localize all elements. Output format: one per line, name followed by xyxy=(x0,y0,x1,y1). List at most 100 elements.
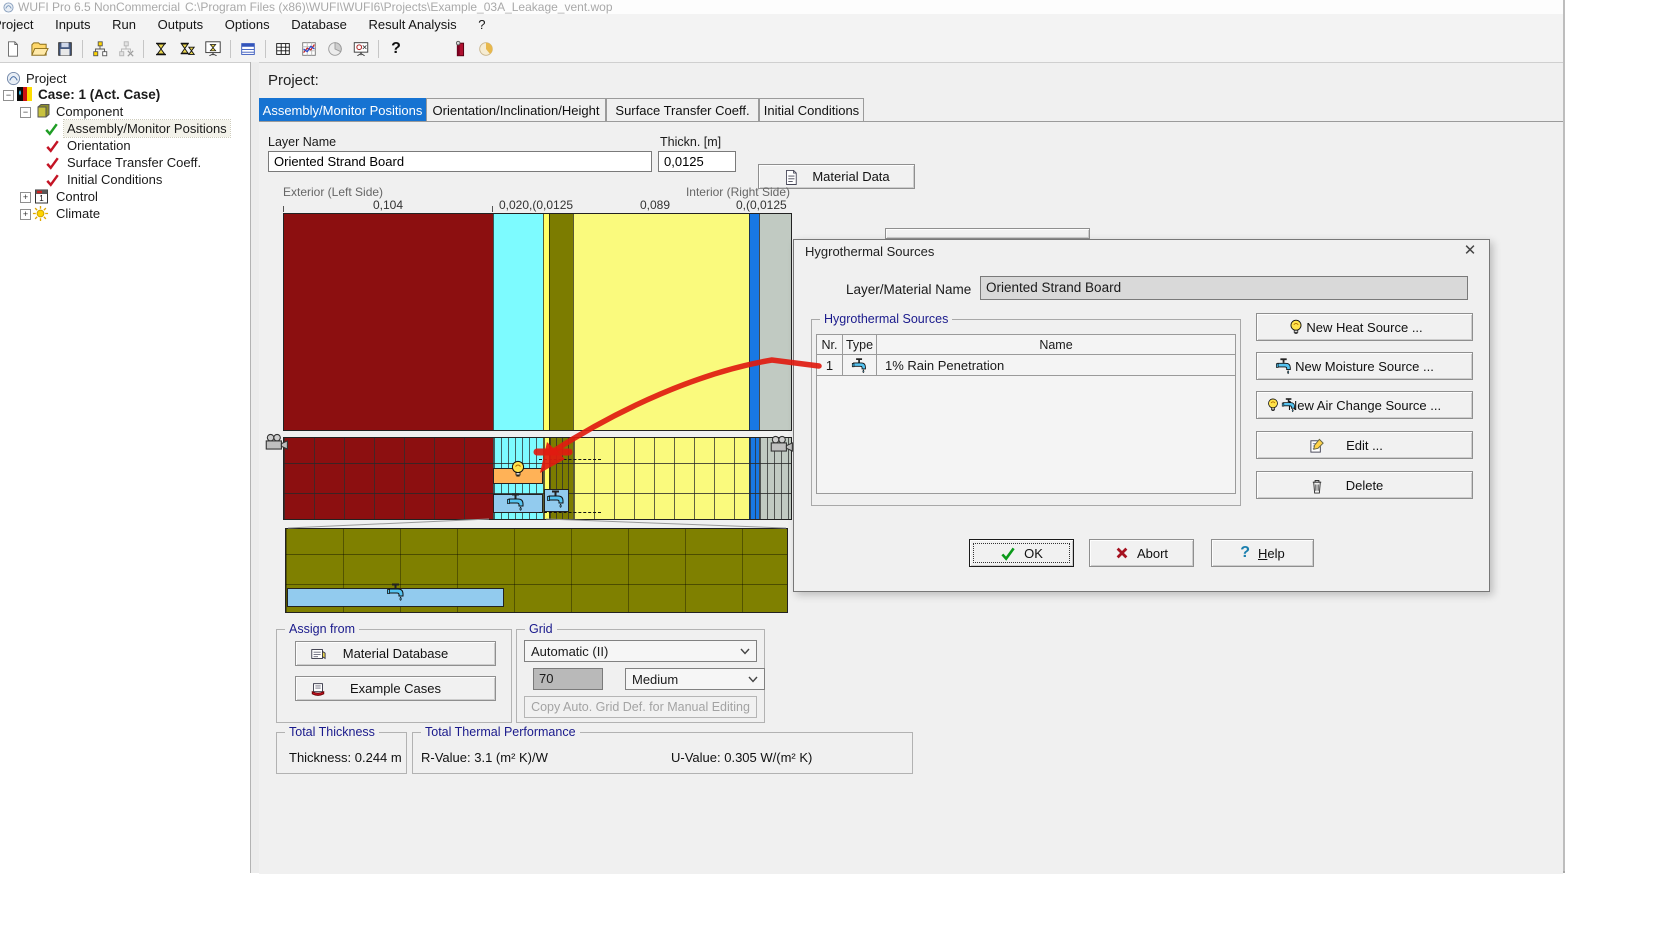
help-button[interactable]: ? Help xyxy=(1211,539,1314,567)
new-air-change-source-button[interactable]: New Air Change Source ... xyxy=(1256,391,1473,419)
column-header-nr[interactable]: Nr. xyxy=(817,335,843,355)
heat-source-bulb-icon[interactable] xyxy=(508,458,528,480)
report-table-icon[interactable] xyxy=(273,39,293,59)
menu-help[interactable]: ? xyxy=(469,14,494,36)
window-titlebar: WUFI Pro 6.5 NonCommercial C:\Program Fi… xyxy=(0,0,1565,14)
run-all-cases-icon[interactable] xyxy=(177,39,197,59)
exterior-label: Exterior (Left Side) xyxy=(283,185,383,199)
layer-insulation[interactable] xyxy=(573,214,749,430)
grid-layer-brick[interactable] xyxy=(284,438,493,519)
tree-expander-case[interactable]: − xyxy=(3,90,14,101)
new-file-icon[interactable] xyxy=(3,39,23,59)
copy-grid-def-button[interactable]: Copy Auto. Grid Def. for Manual Editing xyxy=(524,696,757,718)
source-row-nr[interactable]: 1 xyxy=(817,355,843,376)
open-file-icon[interactable] xyxy=(29,39,49,59)
abort-button[interactable]: Abort xyxy=(1089,539,1194,567)
hygrothermal-sources-legend: Hygrothermal Sources xyxy=(820,312,952,326)
save-file-icon[interactable] xyxy=(55,39,75,59)
app-icon xyxy=(3,2,14,13)
menu-options[interactable]: Options xyxy=(216,14,279,36)
layer-brick[interactable] xyxy=(284,214,493,430)
climate-sun-icon xyxy=(32,205,49,222)
layer-air-gap[interactable] xyxy=(493,214,543,430)
help-icon[interactable]: ? xyxy=(386,39,406,59)
layer-material-name-field[interactable]: Oriented Strand Board xyxy=(980,276,1468,300)
page-title: Project: xyxy=(268,72,319,89)
close-icon[interactable]: ✕ xyxy=(1455,240,1485,264)
menu-database[interactable]: Database xyxy=(282,14,356,36)
delete-source-button[interactable]: Delete xyxy=(1256,471,1473,499)
bookmark-red-icon[interactable] xyxy=(450,39,470,59)
menu-inputs[interactable]: Inputs xyxy=(46,14,99,36)
osb-moisture-tap-icon[interactable] xyxy=(546,489,566,509)
tab-assembly-monitor-positions[interactable]: Assembly/Monitor Positions xyxy=(259,98,426,121)
example-cases-button[interactable]: Example Cases xyxy=(295,676,496,701)
grid-cells-input[interactable]: 70 xyxy=(533,668,603,690)
layer-name-input[interactable] xyxy=(268,151,652,172)
tree-item-control[interactable]: 1 Control xyxy=(56,188,98,205)
run-calculation-icon[interactable] xyxy=(151,39,171,59)
tree-item-surface-transfer-coeff[interactable]: Surface Transfer Coeff. xyxy=(67,154,201,171)
tree-item-component[interactable]: Component xyxy=(56,103,123,120)
pie-chart-disabled-icon[interactable] xyxy=(325,39,345,59)
tree-item-project[interactable]: Project xyxy=(26,70,66,87)
zoom-moisture-tap-icon[interactable] xyxy=(386,582,406,602)
tab-initial-conditions[interactable]: Initial Conditions xyxy=(759,98,864,121)
tab-orientation-inclination-height[interactable]: Orientation/Inclination/Height xyxy=(426,98,606,121)
layer-vapor-retarder[interactable] xyxy=(749,214,759,430)
menu-run[interactable]: Run xyxy=(103,14,145,36)
thermal-performance-legend: Total Thermal Performance xyxy=(421,725,580,739)
edit-source-button[interactable]: Edit ... xyxy=(1256,431,1473,459)
menu-outputs[interactable]: Outputs xyxy=(149,14,213,36)
tree-item-case[interactable]: Case: 1 (Act. Case) xyxy=(38,86,160,103)
new-moisture-source-button[interactable]: New Moisture Source ... xyxy=(1256,352,1473,380)
tree-item-climate[interactable]: Climate xyxy=(56,205,100,222)
column-header-name[interactable]: Name xyxy=(877,335,1235,355)
layer-name-label: Layer Name xyxy=(268,135,336,149)
menu-project[interactable]: Project xyxy=(0,14,42,36)
tree-item-initial-conditions[interactable]: Initial Conditions xyxy=(67,171,162,188)
dim-tick xyxy=(283,206,284,212)
monitor-camera-right-icon[interactable] xyxy=(768,435,794,453)
results-table-icon[interactable] xyxy=(238,39,258,59)
grid-density-dropdown[interactable]: Medium xyxy=(625,668,765,690)
partially-hidden-button[interactable] xyxy=(885,228,1090,239)
run-with-film-icon[interactable] xyxy=(203,39,223,59)
new-case-icon[interactable] xyxy=(90,39,110,59)
check-green-icon xyxy=(44,122,59,136)
moisture-source-tap-icon[interactable] xyxy=(506,492,526,512)
layer-gypsum[interactable] xyxy=(759,214,791,430)
dialog-titlebar[interactable]: Hygrothermal Sources xyxy=(794,240,1489,264)
tree-expander-climate[interactable]: + xyxy=(20,209,31,220)
tree-expander-control[interactable]: + xyxy=(20,192,31,203)
tab-surface-transfer-coeff[interactable]: Surface Transfer Coeff. xyxy=(606,98,759,121)
moisture-source-tap-icon xyxy=(1275,357,1293,375)
grid-layer-insulation[interactable] xyxy=(573,438,749,519)
column-header-type[interactable]: Type xyxy=(843,335,877,355)
film-presentation-icon[interactable] xyxy=(351,39,371,59)
source-row-type[interactable] xyxy=(843,355,877,376)
numerical-grid-strip xyxy=(283,437,792,520)
source-row-name[interactable]: 1% Rain Penetration xyxy=(877,355,1235,376)
status-disc-icon[interactable] xyxy=(476,39,496,59)
ok-button[interactable]: OK xyxy=(969,539,1074,567)
tree-expander-component[interactable]: − xyxy=(20,107,31,118)
ok-check-icon xyxy=(1000,546,1016,561)
new-heat-source-button[interactable]: New Heat Source ... xyxy=(1256,313,1473,341)
toolbar-separator xyxy=(265,40,266,58)
layer-osb[interactable] xyxy=(549,214,573,430)
svg-text:1: 1 xyxy=(39,194,44,203)
moisture-source-icon xyxy=(851,357,868,374)
thickness-input[interactable] xyxy=(658,151,736,172)
material-database-button[interactable]: Material Database xyxy=(295,641,496,666)
tree-item-assembly-monitor-positions[interactable]: Assembly/Monitor Positions xyxy=(64,120,230,137)
monitor-camera-left-icon[interactable] xyxy=(263,433,289,451)
grid-layer-vapor-retarder[interactable] xyxy=(749,438,759,519)
material-data-icon xyxy=(783,169,798,185)
result-graphs-icon[interactable] xyxy=(299,39,319,59)
menu-result-analysis[interactable]: Result Analysis xyxy=(360,14,466,36)
grid-mode-dropdown[interactable]: Automatic (II) xyxy=(524,640,757,662)
tree-item-orientation[interactable]: Orientation xyxy=(67,137,131,154)
delete-case-icon[interactable] xyxy=(116,39,136,59)
example-cases-icon xyxy=(310,681,326,697)
